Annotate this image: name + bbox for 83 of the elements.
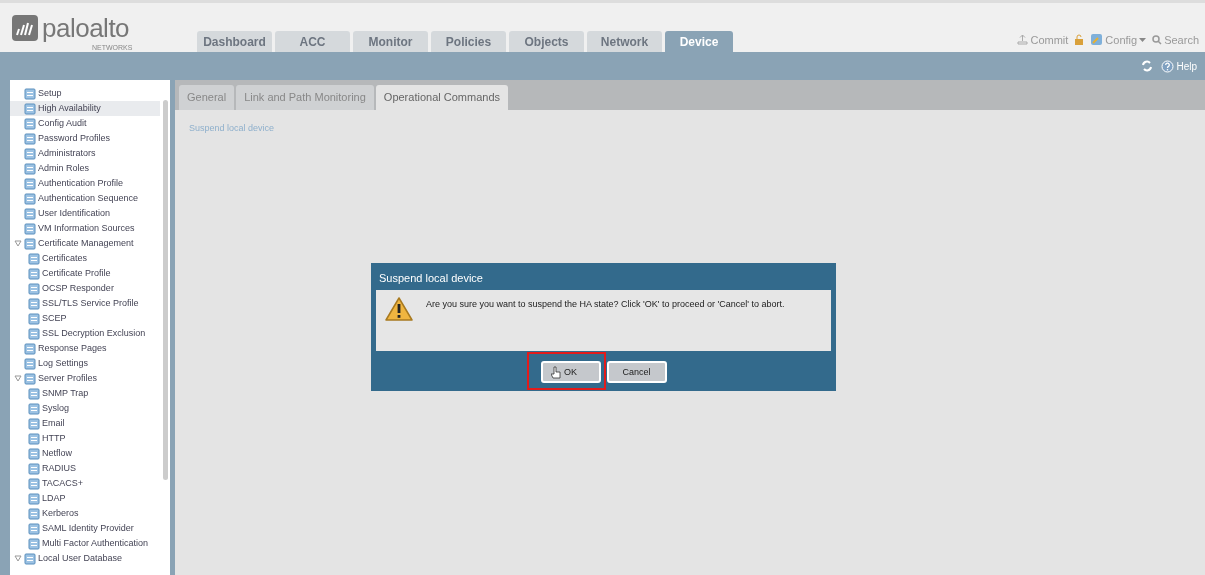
upload-icon (1017, 34, 1029, 46)
sidebar-item[interactable]: Setup (10, 86, 160, 101)
sidebar-item[interactable]: SNMP Trap (10, 386, 160, 401)
page-icon (28, 267, 40, 280)
sidebar-item[interactable]: SSL/TLS Service Profile (10, 296, 160, 311)
logo-icon (12, 15, 38, 41)
sidebar-item[interactable]: SSL Decryption Exclusion (10, 326, 160, 341)
expand-triangle-icon[interactable] (14, 375, 22, 382)
help-icon (1161, 59, 1175, 73)
sidebar-item[interactable]: LDAP (10, 491, 160, 506)
page-icon (28, 492, 40, 505)
page-icon (24, 132, 36, 145)
page-icon (24, 222, 36, 235)
sidebar-item[interactable]: User Identification (10, 206, 160, 221)
sidebar-item[interactable]: Admin Roles (10, 161, 160, 176)
sidebar-item[interactable]: VM Information Sources (10, 221, 160, 236)
page-icon (24, 372, 36, 385)
page-icon (24, 207, 36, 220)
page-icon (24, 342, 36, 355)
page-icon (28, 312, 40, 325)
page-icon (24, 102, 36, 115)
page-icon (28, 537, 40, 550)
page-icon (24, 357, 36, 370)
sidebar-item[interactable]: OCSP Responder (10, 281, 160, 296)
sidebar-item[interactable]: Response Pages (10, 341, 160, 356)
sidebar-item[interactable]: Config Audit (10, 116, 160, 131)
page-icon (28, 282, 40, 295)
sidebar-item[interactable]: TACACS+ (10, 476, 160, 491)
page-icon (24, 192, 36, 205)
sidebar-item[interactable]: SAML Identity Provider (10, 521, 160, 536)
hand-cursor-icon (550, 365, 561, 379)
page-icon (28, 402, 40, 415)
page-icon (28, 477, 40, 490)
sidebar-item[interactable]: Log Settings (10, 356, 160, 371)
sidebar-item[interactable]: Administrators (10, 146, 160, 161)
page-icon (28, 297, 40, 310)
sidebar-item[interactable]: Netflow (10, 446, 160, 461)
sidebar-item[interactable]: Local User Database (10, 551, 160, 566)
sidebar-item[interactable]: Authentication Profile (10, 176, 160, 191)
page-icon (24, 177, 36, 190)
page-icon (24, 237, 36, 250)
page-icon (24, 87, 36, 100)
sidebar-item[interactable]: Certificate Management (10, 236, 160, 251)
refresh-icon[interactable] (1141, 60, 1154, 72)
sidebar-item[interactable]: HTTP (10, 431, 160, 446)
sidebar-item[interactable]: Syslog (10, 401, 160, 416)
sidebar-item[interactable]: RADIUS (10, 461, 160, 476)
dialog-button[interactable]: Cancel (606, 361, 667, 384)
page-icon (28, 252, 40, 265)
expand-triangle-icon[interactable] (14, 240, 22, 247)
lock-icon[interactable] (1074, 34, 1085, 46)
sidebar-item[interactable]: Server Profiles (10, 371, 160, 386)
expand-triangle-icon[interactable] (14, 555, 22, 562)
page-icon (28, 417, 40, 430)
page-icon (24, 552, 36, 565)
sidebar-item[interactable]: Certificate Profile (10, 266, 160, 281)
page-icon (28, 462, 40, 475)
page-icon (24, 162, 36, 175)
sidebar-item[interactable]: Authentication Sequence (10, 191, 160, 206)
search-icon (1152, 34, 1163, 45)
sidebar-item[interactable]: Multi Factor Authentication (10, 536, 160, 551)
page-icon (28, 522, 40, 535)
dialog-message: Are you sure you want to suspend the HA state? Click 'OK' to proceed or 'Cancel' to abort. (426, 297, 785, 311)
page-icon (28, 327, 40, 340)
dialog-button[interactable]: OK (540, 361, 601, 384)
page-icon (28, 387, 40, 400)
page-icon (28, 507, 40, 520)
page-icon (28, 447, 40, 460)
sidebar-item[interactable]: High Availability (10, 101, 160, 116)
caret-icon (1139, 37, 1147, 42)
warning-icon (384, 295, 414, 322)
scrollbar[interactable] (163, 100, 168, 480)
sidebar-item[interactable]: Password Profiles (10, 131, 160, 146)
page-icon (24, 147, 36, 160)
sidebar-item[interactable]: Kerberos (10, 506, 160, 521)
sidebar-item[interactable]: Certificates (10, 251, 160, 266)
logo-text: paloalto (42, 15, 130, 41)
page-icon (28, 432, 40, 445)
panel-tab[interactable]: Operational Commands (375, 85, 508, 110)
page-icon (24, 117, 36, 130)
sidebar-item[interactable]: SCEP (10, 311, 160, 326)
sidebar-item[interactable]: Email (10, 416, 160, 431)
dialog-title: Suspend local device (378, 271, 484, 286)
